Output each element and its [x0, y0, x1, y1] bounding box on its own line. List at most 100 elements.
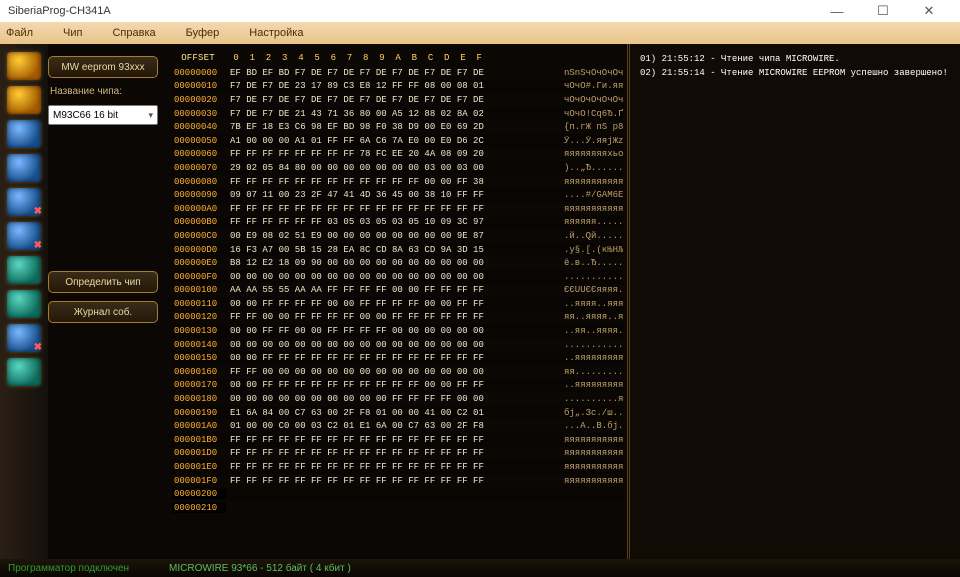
window-title: SiberiaProg-CH341A — [8, 5, 814, 17]
status-chip-info: MICROWIRE 93*66 - 512 байт ( 4 кбит ) — [169, 563, 351, 574]
offset-cell: 000001B0 — [172, 435, 226, 445]
ascii-cell: яяяяяяяяяяяя..я8 — [550, 177, 623, 187]
hex-bytes: EF BD EF BD F7 DE F7 DE F7 DE F7 DE F7 D… — [226, 68, 550, 78]
hex-view[interactable]: OFFSET 0 1 2 3 4 5 6 7 8 9 A B C D E F 0… — [166, 44, 627, 559]
hex16-icon[interactable] — [7, 290, 41, 318]
hex-bytes: 09 07 11 00 23 2F 47 41 4D 36 45 00 38 1… — [226, 190, 550, 200]
menu-settings[interactable]: Настройка — [249, 27, 303, 39]
ascii-cell: ..яяяяяяяяяя..яя — [550, 380, 623, 390]
hex-bytes: FF FF 00 00 FF FF FF FF 00 00 FF FF FF F… — [226, 312, 550, 322]
hex-row[interactable]: 00000020F7 DE F7 DE F7 DE F7 DE F7 DE F7… — [172, 93, 623, 107]
maximize-button[interactable]: ☐ — [860, 0, 906, 22]
hex-row[interactable]: 0000009009 07 11 00 23 2F 47 41 4D 36 45… — [172, 188, 623, 202]
hex-row[interactable]: 00000160FF FF 00 00 00 00 00 00 00 00 00… — [172, 365, 623, 379]
hex-row[interactable]: 000000D016 F3 A7 00 5B 15 28 EA 8C CD 8A… — [172, 243, 623, 257]
offset-cell: 00000020 — [172, 95, 226, 105]
hex-bytes: 00 00 FF FF FF FF 00 00 FF FF FF FF 00 0… — [226, 299, 550, 309]
ascii-cell: ................ — [550, 340, 623, 350]
hex-bytes: F7 DE F7 DE 21 43 71 36 80 00 A5 12 88 0… — [226, 109, 550, 119]
hex-bytes: 00 00 FF FF FF FF FF FF FF FF FF FF 00 0… — [226, 380, 550, 390]
read-icon[interactable] — [7, 120, 41, 148]
hex-row[interactable]: 0000014000 00 00 00 00 00 00 00 00 00 00… — [172, 338, 623, 352]
ascii-cell: ..яяяя..яяяя..яя — [550, 299, 623, 309]
hex-row[interactable]: 00000000EF BD EF BD F7 DE F7 DE F7 DE F7… — [172, 66, 623, 80]
hex-row[interactable]: 00000050A1 00 00 00 A1 01 FF FF 6A C6 7A… — [172, 134, 623, 148]
offset-cell: 00000100 — [172, 285, 226, 295]
detect-chip-button[interactable]: Определить чип — [48, 271, 158, 293]
ascii-cell: ..........яяяя.. — [550, 394, 623, 404]
close-button[interactable]: ✕ — [906, 0, 952, 22]
hex-row[interactable]: 00000010F7 DE F7 DE 23 17 89 C3 E8 12 FF… — [172, 80, 623, 94]
hex-row[interactable]: 00000190E1 6A 84 00 C7 63 00 2F F8 01 00… — [172, 406, 623, 420]
ascii-cell: ..яя..яяяя...... — [550, 326, 623, 336]
hex-row[interactable]: 0000007029 02 05 84 80 00 00 00 00 00 00… — [172, 161, 623, 175]
menu-file[interactable]: Файл — [6, 27, 33, 39]
hex-bytes: FF FF FF FF FF FF FF FF FF FF FF FF FF F… — [226, 204, 550, 214]
hex-row[interactable]: 0000015000 00 FF FF FF FF FF FF FF FF FF… — [172, 351, 623, 365]
hex-row[interactable]: 00000200 — [172, 487, 623, 501]
hex-row[interactable]: 000000E0B8 12 E2 18 09 90 00 00 00 00 00… — [172, 256, 623, 270]
offset-cell: 00000090 — [172, 190, 226, 200]
ascii-cell: чОчО#.Ги.яя.... — [550, 81, 623, 91]
hex-row[interactable]: 000001D0FF FF FF FF FF FF FF FF FF FF FF… — [172, 447, 623, 461]
ascii-cell: .й..Qй........ћ‡ — [550, 231, 623, 241]
hex-row[interactable]: 000000B0FF FF FF FF FF FF 03 05 03 05 03… — [172, 216, 623, 230]
hex-row[interactable]: 0000017000 00 FF FF FF FF FF FF FF FF FF… — [172, 379, 623, 393]
blank-check-icon[interactable] — [7, 256, 41, 284]
hex-row[interactable]: 00000210 — [172, 501, 623, 515]
menu-buffer[interactable]: Буфер — [186, 27, 220, 39]
offset-cell: 00000060 — [172, 149, 226, 159]
edit-icon[interactable] — [7, 358, 41, 386]
hex-row[interactable]: 000000C000 E9 08 02 51 E9 00 00 00 00 00… — [172, 229, 623, 243]
ascii-cell: бj„.Зc./ш...A.В. — [550, 408, 623, 418]
offset-cell: 000001D0 — [172, 448, 226, 458]
offset-cell: 000000C0 — [172, 231, 226, 241]
menu-help[interactable]: Справка — [112, 27, 155, 39]
hex-row[interactable]: 000001E0FF FF FF FF FF FF FF FF FF FF FF… — [172, 460, 623, 474]
toolbar: ✖ ✖ ✖ — [0, 44, 48, 559]
menu-chip[interactable]: Чип — [63, 27, 82, 39]
x-badge-icon: ✖ — [34, 240, 42, 251]
offset-cell: 00000120 — [172, 312, 226, 322]
offset-cell: 00000030 — [172, 109, 226, 119]
save-icon[interactable] — [7, 86, 41, 114]
open-icon[interactable] — [7, 52, 41, 80]
hex-bytes: FF FF FF FF FF FF FF FF FF FF FF FF FF F… — [226, 448, 550, 458]
hex-row[interactable]: 00000120FF FF 00 00 FF FF FF FF 00 00 FF… — [172, 311, 623, 325]
offset-cell: 00000210 — [172, 503, 226, 513]
hex-row[interactable]: 000001B0FF FF FF FF FF FF FF FF FF FF FF… — [172, 433, 623, 447]
hex-row[interactable]: 00000030F7 DE F7 DE 21 43 71 36 80 00 A5… — [172, 107, 623, 121]
x-badge-icon: ✖ — [34, 342, 42, 353]
hex-row[interactable]: 000001A001 00 00 C0 00 03 C2 01 E1 6A 00… — [172, 419, 623, 433]
write-icon[interactable] — [7, 154, 41, 182]
chip-select[interactable]: M93C66 16 bit ▾ — [48, 105, 158, 125]
hex-row[interactable]: 00000100AA AA 55 55 AA AA FF FF FF FF 00… — [172, 284, 623, 298]
hex-row[interactable]: 000000407B EF 18 E3 C6 98 EF BD 98 F0 38… — [172, 120, 623, 134]
offset-cell: 00000150 — [172, 353, 226, 363]
ascii-cell: яяяяяяяяяяяяяяяя — [550, 204, 623, 214]
hex-row[interactable]: 0000011000 00 FF FF FF FF 00 00 FF FF FF… — [172, 297, 623, 311]
tool-x-icon[interactable]: ✖ — [7, 324, 41, 352]
offset-cell: 000001A0 — [172, 421, 226, 431]
minimize-button[interactable]: — — [814, 0, 860, 22]
chip-name-label: Название чипа: — [48, 86, 158, 97]
hex-row[interactable]: 0000018000 00 00 00 00 00 00 00 00 00 FF… — [172, 392, 623, 406]
offset-cell: 00000070 — [172, 163, 226, 173]
hex-row[interactable]: 000000A0FF FF FF FF FF FF FF FF FF FF FF… — [172, 202, 623, 216]
hex-row[interactable]: 00000080FF FF FF FF FF FF FF FF FF FF FF… — [172, 175, 623, 189]
journal-button[interactable]: Журнал соб. — [48, 301, 158, 323]
chip-method-button[interactable]: MW eeprom 93xxx — [48, 56, 158, 78]
hex-row[interactable]: 0000013000 00 FF FF 00 00 FF FF FF FF 00… — [172, 324, 623, 338]
ascii-cell: ЄЄUUЄЄяяяя..яяяя — [550, 285, 623, 295]
verify-icon[interactable]: ✖ — [7, 222, 41, 250]
status-bar: Программатор подключен MICROWIRE 93*66 -… — [0, 559, 960, 577]
erase-icon[interactable]: ✖ — [7, 188, 41, 216]
hex-row[interactable]: 000001F0FF FF FF FF FF FF FF FF FF FF FF… — [172, 474, 623, 488]
chevron-down-icon: ▾ — [148, 110, 153, 121]
hex-bytes: FF FF FF FF FF FF 03 05 03 05 03 05 10 0… — [226, 217, 550, 227]
offset-cell: 00000160 — [172, 367, 226, 377]
ascii-cell: яяяяяяяяяяяяяяяя — [550, 435, 623, 445]
offset-cell: 00000180 — [172, 394, 226, 404]
hex-row[interactable]: 00000060FF FF FF FF FF FF FF FF 78 FC EE… — [172, 148, 623, 162]
hex-row[interactable]: 000000F000 00 00 00 00 00 00 00 00 00 00… — [172, 270, 623, 284]
